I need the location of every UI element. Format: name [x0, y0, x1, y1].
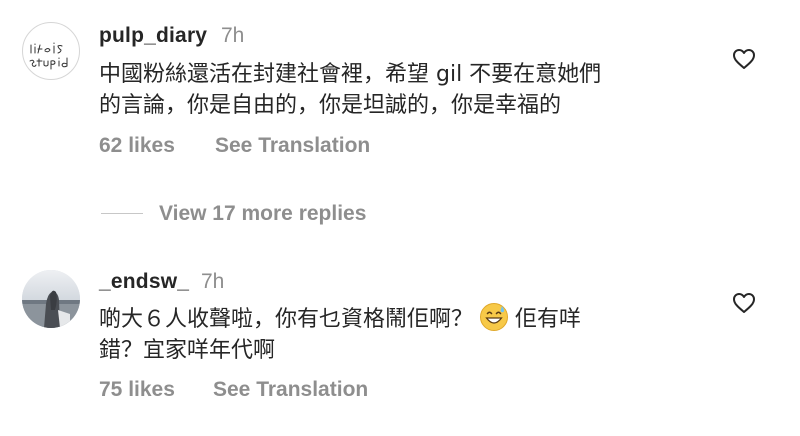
heart-outline-icon[interactable]: [732, 47, 756, 71]
replies-divider: [101, 213, 143, 214]
comment-text: 啲大６人收聲啦，你有乜資格鬧佢啊？ 佢有咩 錯？宜家咩年代啊: [99, 302, 709, 366]
comment-text-segment: 佢有咩: [515, 307, 582, 332]
view-more-replies-label: View 17 more replies: [159, 202, 367, 225]
avatar-handwritten-logo: [29, 42, 68, 70]
comment-text-segment: 啲大６人收聲啦，你有乜資格鬧佢啊？: [99, 307, 474, 332]
comment-username[interactable]: _endsw_: [99, 270, 189, 294]
avatar[interactable]: [22, 270, 80, 328]
comments-section: pulp_diary 7h 中國粉絲還活在封建社會裡，希望 gil 不要在意她們…: [0, 0, 800, 436]
likes-count[interactable]: 62 likes: [99, 134, 175, 157]
view-more-replies-button[interactable]: View 17 more replies: [101, 202, 501, 226]
see-translation-link[interactable]: See Translation: [215, 134, 370, 158]
avatar-photo: [22, 270, 80, 328]
see-translation-link[interactable]: See Translation: [213, 378, 368, 402]
comment-timestamp[interactable]: 7h: [221, 24, 244, 48]
likes-count[interactable]: 75 likes: [99, 378, 175, 401]
comment-text-line: 錯？宜家咩年代啊: [99, 338, 276, 363]
comment-text-line: 啲大６人收聲啦，你有乜資格鬧佢啊？ 佢有咩: [99, 302, 709, 335]
comment-text-line: 中國粉絲還活在封建社會裡，希望 gil 不要在意她們: [99, 62, 602, 87]
comment-meta: 62 likes See Translation: [99, 134, 370, 158]
avatar[interactable]: [22, 22, 80, 80]
comment-text: 中國粉絲還活在封建社會裡，希望 gil 不要在意她們 的言論，你是自由的，你是坦…: [99, 59, 709, 121]
comment-username[interactable]: pulp_diary: [99, 24, 207, 48]
comment-text-line: 的言論，你是自由的，你是坦誠的，你是幸福的: [99, 93, 562, 118]
comment-timestamp[interactable]: 7h: [201, 270, 224, 294]
heart-outline-icon[interactable]: [732, 291, 756, 315]
comment-meta: 75 likes See Translation: [99, 378, 368, 402]
grinning-sweat-emoji: [479, 302, 509, 332]
